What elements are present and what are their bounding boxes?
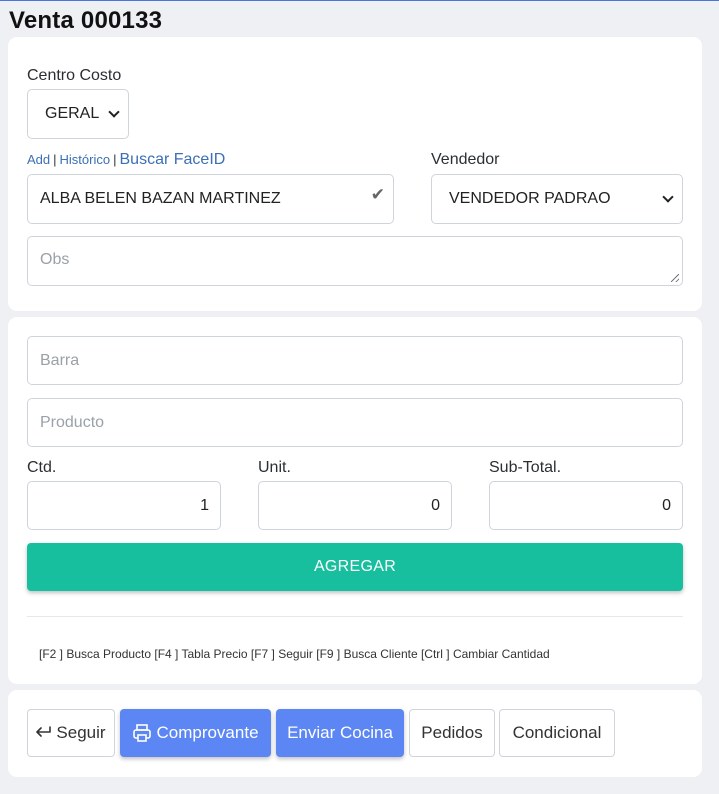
historico-link[interactable]: Histórico (60, 152, 111, 167)
keyboard-shortcuts-hint: [F2 ] Busca Producto [F4 ] Tabla Precio … (39, 647, 550, 661)
vendedor-value: VENDEDOR PADRAO (449, 190, 611, 207)
comprovante-label: Comprovante (156, 723, 259, 742)
arrow-return-icon (36, 726, 52, 740)
enviar-cocina-button[interactable]: Enviar Cocina (276, 709, 404, 757)
page-title: Venta 000133 (9, 7, 163, 34)
unit-value: 0 (431, 496, 440, 514)
unit-label: Unit. (258, 459, 291, 476)
pedidos-button[interactable]: Pedidos (409, 709, 495, 757)
check-icon: ✔ (370, 185, 385, 204)
subtotal-label: Sub-Total. (489, 459, 562, 476)
pedidos-label: Pedidos (421, 723, 483, 742)
seguir-button[interactable]: Seguir (27, 709, 115, 757)
cliente-input[interactable]: ALBA BELEN BAZAN MARTINEZ ✔ (27, 174, 394, 224)
chevron-down-icon (662, 191, 674, 203)
cliente-links: Add | Histórico | Buscar FaceID (27, 151, 226, 168)
producto-placeholder: Producto (40, 413, 105, 431)
subtotal-value: 0 (662, 496, 671, 514)
unit-input[interactable]: 0 (258, 481, 452, 530)
add-client-link[interactable]: Add (27, 152, 50, 167)
actions-card: Seguir Comprovante Enviar Cocina Pedidos… (8, 690, 702, 777)
producto-input[interactable]: Producto (27, 398, 683, 447)
resize-handle-icon[interactable] (671, 274, 679, 282)
buscar-faceid-link[interactable]: Buscar FaceID (120, 151, 226, 168)
divider (27, 616, 683, 617)
printer-icon (132, 723, 152, 743)
enviar-cocina-label: Enviar Cocina (287, 723, 393, 742)
condicional-label: Condicional (512, 723, 602, 742)
seguir-label: Seguir (56, 723, 106, 742)
centro-costo-value: GERAL (45, 105, 100, 122)
vendedor-label: Vendedor (431, 151, 500, 168)
condicional-button[interactable]: Condicional (499, 709, 615, 757)
agregar-button[interactable]: AGREGAR (27, 543, 683, 591)
comprovante-button[interactable]: Comprovante (120, 709, 271, 757)
barra-input[interactable]: Barra (27, 336, 683, 385)
chevron-down-icon (108, 106, 120, 118)
centro-costo-select[interactable]: GERAL (27, 89, 129, 139)
vendedor-select[interactable]: VENDEDOR PADRAO (431, 174, 683, 224)
centro-costo-label: Centro Costo (27, 67, 122, 84)
ctd-label: Ctd. (27, 459, 57, 476)
obs-placeholder: Obs (40, 251, 70, 268)
ctd-value: 1 (200, 496, 209, 514)
product-card: Barra Producto Ctd. 1 Unit. 0 Sub-Total.… (8, 317, 702, 684)
subtotal-input[interactable]: 0 (489, 481, 683, 530)
ctd-input[interactable]: 1 (27, 481, 221, 530)
header-card: Centro Costo GERAL Add | Histórico | Buscar … (8, 37, 702, 311)
obs-textarea[interactable]: Obs (27, 236, 683, 286)
cliente-value: ALBA BELEN BAZAN MARTINEZ (40, 190, 281, 207)
barra-placeholder: Barra (40, 351, 80, 369)
